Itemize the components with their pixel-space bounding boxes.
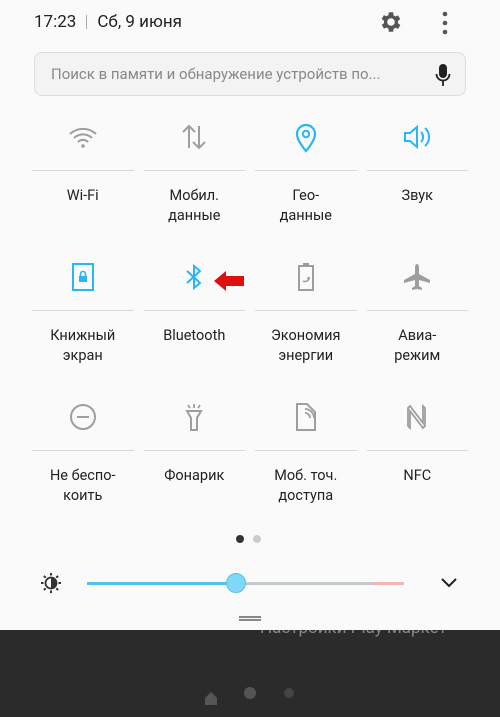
tile-label: Не беспо-коить xyxy=(27,466,139,506)
drag-handle[interactable] xyxy=(239,616,261,621)
tile-label-line: Моб. точ. xyxy=(274,467,338,484)
tile-label-line: Экономия xyxy=(271,327,341,344)
tile-label-line: Гео- xyxy=(292,187,320,204)
page-indicator xyxy=(236,535,261,543)
brightness-fill xyxy=(87,582,236,585)
page-dot-active xyxy=(236,535,244,543)
tile-nfc[interactable]: NFC xyxy=(362,390,474,530)
page-dot xyxy=(244,687,256,699)
bluetooth-icon xyxy=(186,263,202,291)
tile-divider xyxy=(255,450,357,451)
search-field[interactable]: Поиск в памяти и обнаружение устройств п… xyxy=(34,52,466,96)
tile-label: Мобил. данные xyxy=(139,186,251,226)
tile-divider xyxy=(255,170,357,171)
tile-divider xyxy=(143,310,245,311)
do-not-disturb-icon xyxy=(69,404,96,430)
airplane-icon xyxy=(404,264,431,290)
tile-label: Wi-Fi xyxy=(27,186,139,206)
divider xyxy=(86,15,88,29)
tile-label-line: Авиа- xyxy=(398,327,437,344)
red-arrow-annotation-icon xyxy=(213,271,244,291)
tile-label: Авиа-режим xyxy=(362,326,474,366)
tile-label-line: Не беспо- xyxy=(49,467,116,484)
clock: 17:23 xyxy=(34,12,77,32)
tile-divider xyxy=(32,450,134,451)
tile-label: Bluetooth xyxy=(139,326,251,346)
tile-divider xyxy=(255,310,357,311)
tile-do-not-disturb[interactable]: Не беспо-коить xyxy=(27,390,139,530)
quick-tiles-grid: Wi-Fi Мобил. данные Гео-данные Звук Книжный эк… xyxy=(27,110,473,530)
page-dot xyxy=(253,535,261,543)
tile-divider xyxy=(143,450,245,451)
tile-label: Гео-данные xyxy=(250,186,362,226)
tile-flashlight[interactable]: Фонарик xyxy=(139,390,251,530)
tile-divider xyxy=(366,310,468,311)
tile-label-line: данные xyxy=(168,207,221,224)
tile-divider xyxy=(366,450,468,451)
settings-gear-icon[interactable] xyxy=(378,9,404,35)
tile-divider xyxy=(143,170,245,171)
hotspot-icon xyxy=(295,403,316,431)
tile-divider xyxy=(366,170,468,171)
tile-label-line: Мобил. xyxy=(169,187,219,204)
tile-airplane[interactable]: Авиа-режим xyxy=(362,250,474,390)
tile-label-line: доступа xyxy=(278,487,334,504)
chevron-down-icon[interactable] xyxy=(440,577,458,589)
tile-label: Фонарик xyxy=(139,466,251,486)
tile-label-line: режим xyxy=(394,347,441,364)
wifi-icon xyxy=(69,127,97,148)
flashlight-icon xyxy=(185,404,203,431)
tile-hotspot[interactable]: Моб. точ. доступа xyxy=(250,390,362,530)
tile-label: Экономия энергии xyxy=(250,326,362,366)
mobile-data-icon xyxy=(182,124,206,150)
tile-bluetooth[interactable]: Bluetooth xyxy=(139,250,251,390)
tile-sound[interactable]: Звук xyxy=(362,110,474,250)
more-options-icon[interactable] xyxy=(440,10,450,36)
tile-label: Звук xyxy=(362,186,474,206)
date: Сб, 9 июня xyxy=(97,12,182,32)
brightness-high-zone xyxy=(373,582,404,585)
power-saving-icon xyxy=(297,263,314,291)
status-row: 17:23 Сб, 9 июня xyxy=(34,10,182,34)
tile-label: Моб. точ. доступа xyxy=(250,466,362,506)
tile-label-line: данные xyxy=(279,207,332,224)
home-page-indicator xyxy=(205,687,294,705)
sound-icon xyxy=(404,124,431,150)
tile-label-line: Wi-Fi xyxy=(66,187,99,204)
quick-settings-panel: 17:23 Сб, 9 июня Поиск в памяти и обнару… xyxy=(0,0,500,630)
tile-portrait-lock[interactable]: Книжный экран xyxy=(27,250,139,390)
location-icon xyxy=(295,123,316,153)
page-dot xyxy=(284,688,294,698)
search-placeholder: Поиск в памяти и обнаружение устройств п… xyxy=(51,65,381,83)
tile-label-line: Bluetooth xyxy=(163,327,226,344)
tile-label-line: коить xyxy=(63,487,103,504)
brightness-slider-thumb[interactable] xyxy=(225,573,246,593)
tile-label-line: энергии xyxy=(278,347,334,364)
nfc-icon xyxy=(407,403,427,431)
tile-label: NFC xyxy=(362,466,474,486)
home-icon xyxy=(205,692,217,705)
tile-mobile-data[interactable]: Мобил. данные xyxy=(139,110,251,250)
tile-label-line: экран xyxy=(62,347,103,364)
tile-label-line: Звук xyxy=(401,187,434,204)
tile-label-line: NFC xyxy=(403,467,432,484)
auto-brightness-icon[interactable] xyxy=(40,572,62,594)
tile-label-line: Фонарик xyxy=(164,467,225,484)
tile-divider xyxy=(32,170,134,171)
tile-label: Книжный экран xyxy=(27,326,139,366)
tile-label-line: Книжный xyxy=(50,327,116,344)
tile-power-saving[interactable]: Экономия энергии xyxy=(250,250,362,390)
portrait-lock-icon xyxy=(71,263,94,291)
tile-divider xyxy=(32,310,134,311)
tile-wifi[interactable]: Wi-Fi xyxy=(27,110,139,250)
microphone-icon[interactable] xyxy=(435,63,451,87)
tile-location[interactable]: Гео-данные xyxy=(250,110,362,250)
